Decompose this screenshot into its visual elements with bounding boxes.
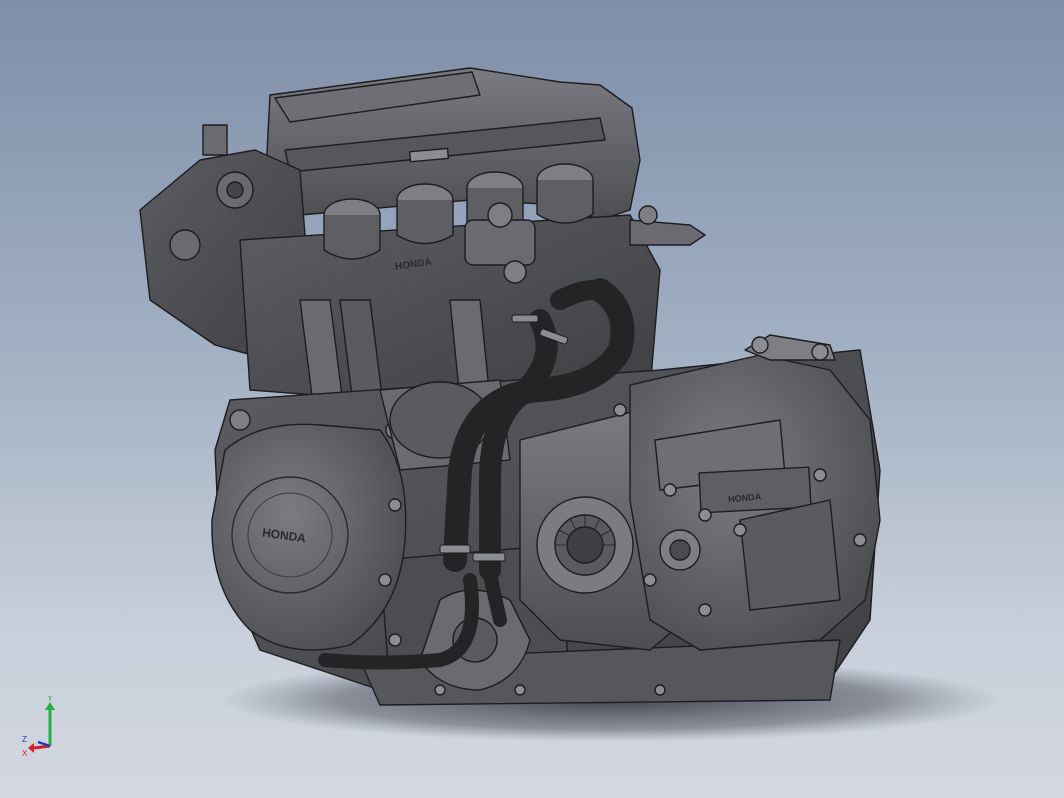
right-head-plug (629, 219, 706, 246)
engine-3d-model[interactable]: HONDA HONDA HONDA (0, 0, 1064, 798)
z-axis-label: Z (22, 735, 27, 744)
view-orientation-triad[interactable]: Y Z X (14, 696, 74, 762)
x-axis-arrowhead (28, 743, 34, 753)
x-axis-label: X (22, 749, 28, 758)
y-axis-label: Y (47, 696, 53, 703)
graphics-viewport[interactable]: HONDA HONDA HONDA Y Z X (0, 0, 1064, 798)
cam-drive-boss-2 (169, 229, 201, 261)
left-engine-cover (211, 423, 407, 651)
y-axis-arrowhead (45, 702, 55, 710)
